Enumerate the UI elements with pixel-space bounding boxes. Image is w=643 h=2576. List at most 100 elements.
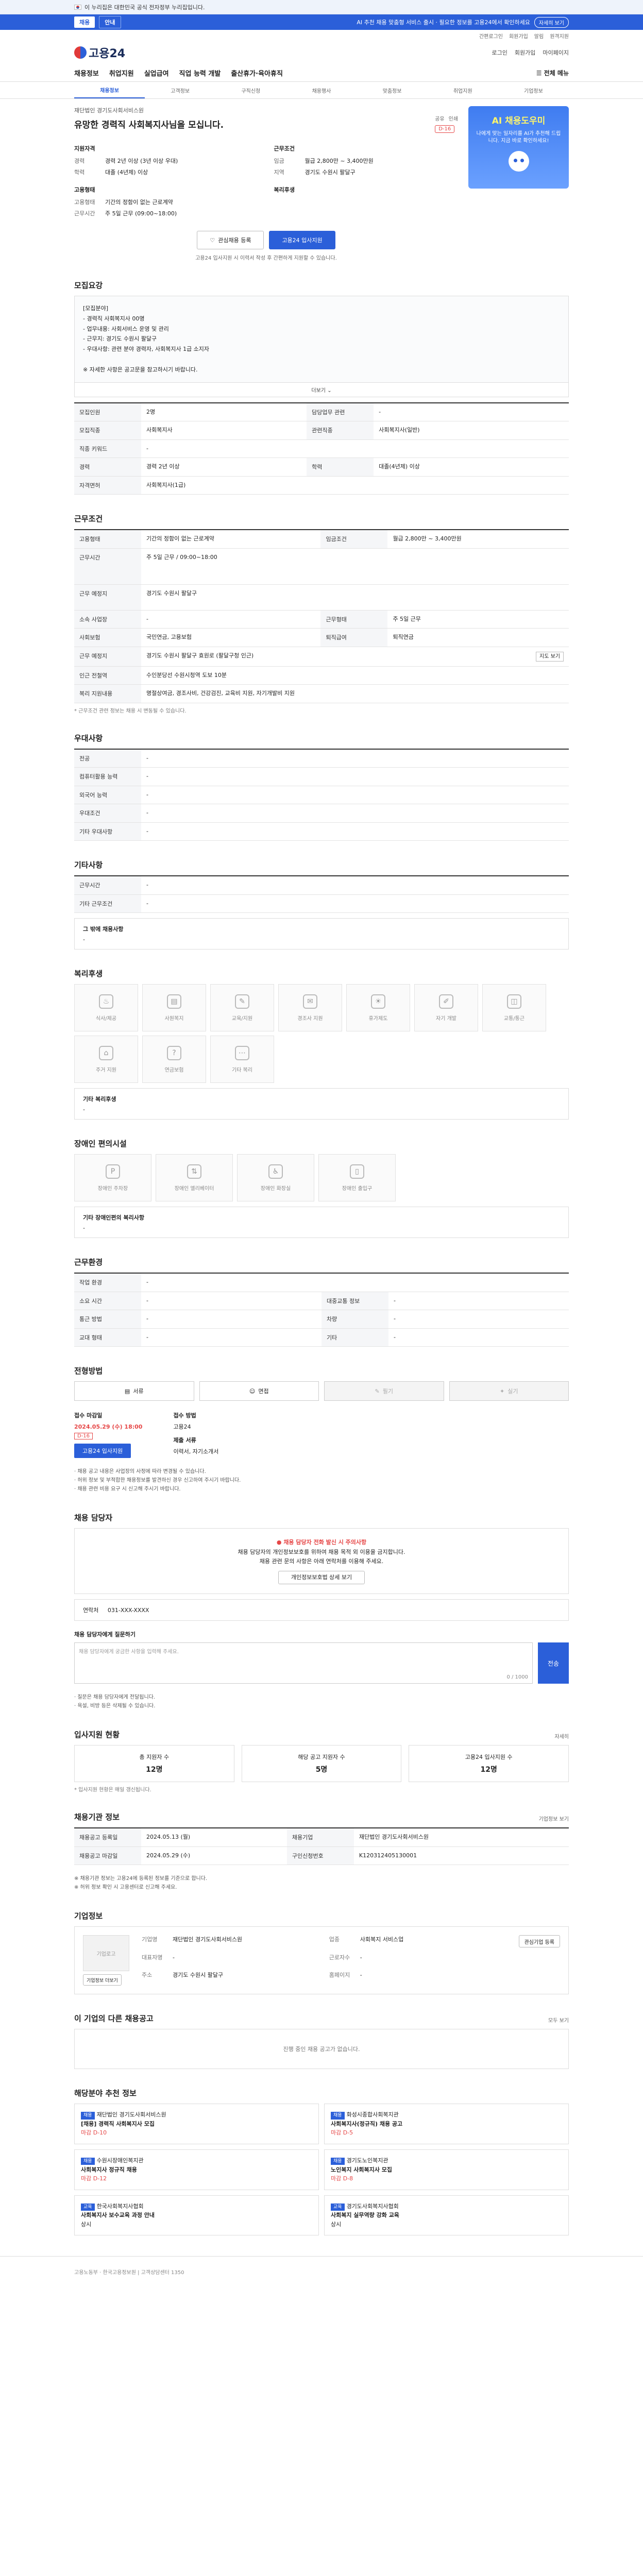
cell-label: 근무 예정지 xyxy=(74,647,141,667)
notice-tab-recruit[interactable]: 채용 xyxy=(74,16,95,28)
subnav-item[interactable]: 구직신청 xyxy=(215,82,286,98)
site-logo[interactable]: 고용24 xyxy=(74,44,125,61)
cell-label: 대중교통 정보 xyxy=(321,1292,388,1311)
subnav-item[interactable]: 고객정보 xyxy=(145,82,215,98)
question-input[interactable]: 채용 담당자에게 궁금한 사항을 입력해 주세요. 0 / 1000 xyxy=(74,1642,533,1684)
person-icon: ☺ xyxy=(249,1387,256,1395)
rec-badge: 채용 xyxy=(331,2157,345,2165)
util-link[interactable]: 간편로그인 xyxy=(479,32,503,40)
career-label: 경력 xyxy=(74,158,85,164)
method-section: 전형방법 ▤ 서류 ☺ 면접 ✎ 필기 ✦ 실기 접수 마감일 2024.05.29 (… xyxy=(74,1365,569,1494)
company-info-link[interactable]: 기업정보 보기 xyxy=(539,1815,569,1822)
header: 고용24 로그인 회원가입 마이페이지 xyxy=(74,41,569,64)
nav-item[interactable]: 직업 능력 개발 xyxy=(179,68,221,78)
apply-button[interactable]: 고용24 입사지원 xyxy=(269,231,335,249)
method-label: 면접 xyxy=(258,1388,269,1395)
table-row: 고용형태 기간의 정함이 없는 근로계약 임금조건 월급 2,800만 ~ 3,400… xyxy=(74,530,569,549)
cell-value: - xyxy=(141,1292,321,1311)
other-jobs-all-link[interactable]: 모두 보기 xyxy=(548,2016,569,2024)
scrap-button[interactable]: ♡ 관심채용 등록 xyxy=(197,231,264,249)
ad-banner[interactable]: AI 채용도우미 나에게 맞는 일자리를 AI가 추천해 드립니다. 지금 바로… xyxy=(468,106,569,189)
tile-label: 자기 개발 xyxy=(436,1015,456,1022)
cell-value: 사회복지사(1급) xyxy=(141,476,569,495)
recommend-card[interactable]: 채용 경기도노인복지관 노인복지 사회복지사 모집 마감 D-8 xyxy=(324,2149,569,2190)
table-row: 외국어 능력 - xyxy=(74,786,569,805)
welfare-tile: ◫ 교통/통근 xyxy=(482,984,546,1032)
nav-item[interactable]: 채용정보 xyxy=(74,68,99,78)
tile-label: 장애인 주차장 xyxy=(97,1185,128,1192)
footer-text: 고용노동부 · 한국고용정보원 | 고객상담센터 1350 xyxy=(74,2270,184,2276)
share-button[interactable]: 공유 xyxy=(435,114,444,122)
cell-value: 지도 보기 경기도 수원시 팔달구 효원로 (팔달구청 인근) xyxy=(141,647,569,667)
company-name[interactable]: 재단법인 경기도사회서비스원 xyxy=(74,106,458,114)
send-question-button[interactable]: 전송 xyxy=(538,1642,569,1684)
section-title: 기업정보 xyxy=(74,1911,103,1921)
print-button[interactable]: 인쇄 xyxy=(449,114,458,122)
facility-tile: P 장애인 주차장 xyxy=(74,1154,151,1202)
conditions-heading: 근무조건 xyxy=(274,145,295,152)
stats-detail-link[interactable]: 자세히 xyxy=(554,1732,569,1740)
nav-item[interactable]: 출산휴가·육아휴직 xyxy=(231,68,283,78)
contact-warning-box: ● 채용 담당자 전화 발신 시 주의사항 채용 담당자의 개인정보보호를 위하… xyxy=(74,1528,569,1595)
privacy-detail-button[interactable]: 개인정보보호법 상세 보기 xyxy=(278,1571,365,1585)
table-row: 작업 환경 - xyxy=(74,1273,569,1292)
question-notes: · 질문은 채용 담당자에게 전달됩니다. · 욕설, 비방 등은 삭제될 수 … xyxy=(74,1693,569,1710)
apply-button-secondary[interactable]: 고용24 입사지원 xyxy=(74,1444,131,1459)
table-row: 사회보험 국민연금, 고용보험 퇴직급여 퇴직연금 xyxy=(74,628,569,647)
company-more-button[interactable]: 기업정보 더보기 xyxy=(83,1974,122,1986)
cell-value: 2024.05.13 (월) xyxy=(141,1828,287,1847)
util-link[interactable]: 회원가입 xyxy=(509,32,528,40)
cell-label: 기타 xyxy=(321,1328,388,1347)
mypage-link[interactable]: 마이페이지 xyxy=(543,48,569,57)
subnav-item[interactable]: 기업정보 xyxy=(498,82,569,98)
rec-info-section: 채용기관 정보 기업정보 보기 채용공고 등록일 2024.05.13 (월) 채용… xyxy=(74,1811,569,1892)
notice-more-button[interactable]: 자세히 보기 xyxy=(534,16,569,28)
recommend-card[interactable]: 채용 재단법인 경기도사회서비스원 [채용] 경력직 사회복지사 모집 마감 D-10 xyxy=(74,2104,319,2144)
recruit-more-button[interactable]: 더보기 ⌄ xyxy=(74,382,569,397)
cell-label: 작업 환경 xyxy=(74,1273,141,1292)
field-label: 주소 xyxy=(142,1972,153,1979)
util-link[interactable]: 알림 xyxy=(534,32,544,40)
all-menu-button[interactable]: ☰ 전체 메뉴 xyxy=(536,69,569,77)
cell-value: - xyxy=(141,786,569,805)
nav-item[interactable]: 취업지원 xyxy=(109,68,134,78)
cell-value: 2명 xyxy=(141,402,307,422)
login-link[interactable]: 로그인 xyxy=(492,48,507,57)
recruit-line: - 업무내용: 사회서비스 운영 및 관리 xyxy=(83,325,169,332)
notice-text[interactable]: AI 추천 채용 맞춤형 서비스 출시 · 필요한 정보를 고용24에서 확인하… xyxy=(125,18,530,26)
recommend-card[interactable]: 채용 수원시장애인복지관 사회복지사 정규직 채용 마감 D-12 xyxy=(74,2149,319,2190)
table-row: 통근 방법 - 차량 - xyxy=(74,1310,569,1329)
ad-subtitle: 나에게 맞는 일자리를 AI가 추천해 드립니다. 지금 바로 확인하세요! xyxy=(476,131,561,144)
recommend-card[interactable]: 채용 화성시종합사회복지관 사회복지사(정규직) 채용 공고 마감 D-5 xyxy=(324,2104,569,2144)
facility-tile: ▯ 장애인 출입구 xyxy=(318,1154,396,1202)
rec-title: [채용] 경력직 사회복지사 모집 xyxy=(81,2120,155,2127)
signup-link[interactable]: 회원가입 xyxy=(515,48,535,57)
subnav-item[interactable]: 채용정보 xyxy=(74,82,145,98)
cell-value: 사회복지사(일반) xyxy=(374,421,569,440)
nav-item[interactable]: 실업급여 xyxy=(144,68,169,78)
section-title: 근무환경 xyxy=(74,1258,103,1267)
map-button[interactable]: 지도 보기 xyxy=(536,651,564,662)
gov-banner-text: 이 누리집은 대한민국 공식 전자정부 누리집입니다. xyxy=(84,4,205,11)
notice-tab-info[interactable]: 안내 xyxy=(99,16,121,28)
cell-value: - xyxy=(141,439,569,459)
subnav-item[interactable]: 맞춤정보 xyxy=(357,82,428,98)
recommend-card[interactable]: 교육 한국사회복지사협회 사회복지사 보수교육 과정 안내 상시 xyxy=(74,2195,319,2236)
method-label: 실기 xyxy=(507,1388,518,1395)
career-value: 경력 2년 이상 (3년 이상 우대) xyxy=(105,158,178,164)
section-title: 근무조건 xyxy=(74,514,103,524)
tel-value: 031-XXX-XXXX xyxy=(107,1607,149,1614)
util-link[interactable]: 원격지원 xyxy=(550,32,569,40)
docs-label: 제출 서류 xyxy=(173,1437,196,1444)
favorite-company-button[interactable]: 관심기업 등록 xyxy=(518,1935,560,1948)
stat-value: 5명 xyxy=(315,1766,328,1774)
cell-value: 경기도 수원시 팔달구 xyxy=(141,584,569,611)
ad-title: AI 채용도우미 xyxy=(492,116,546,126)
gift-icon: ✉ xyxy=(303,994,317,1009)
subnav-item[interactable]: 채용행사 xyxy=(286,82,357,98)
subnav-item[interactable]: 취업지원 xyxy=(428,82,498,98)
method-document: ▤ 서류 xyxy=(74,1381,194,1401)
cell-label: 통근 방법 xyxy=(74,1310,141,1329)
table-row: 인근 전철역 수인분당선 수원시청역 도보 10분 xyxy=(74,666,569,685)
recommend-card[interactable]: 교육 경기도사회복지사협회 사회복지 실무역량 강화 교육 상시 xyxy=(324,2195,569,2236)
